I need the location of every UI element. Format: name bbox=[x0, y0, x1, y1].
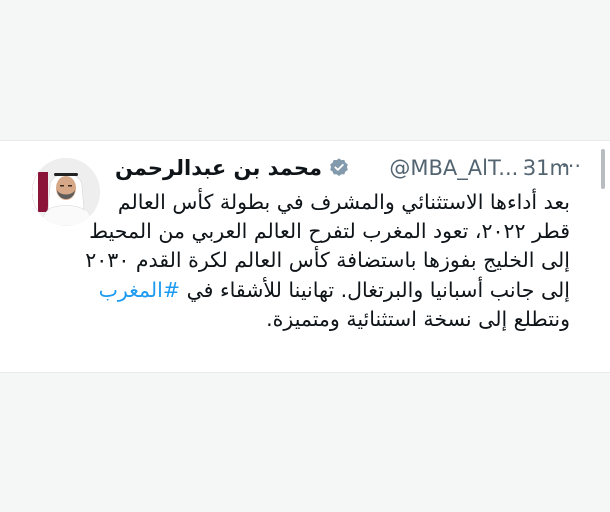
author-name-line: محمد بن عبدالرحمن bbox=[115, 153, 356, 183]
author-line: @MBA_AlT... · bbox=[389, 153, 533, 183]
separator-dot: · bbox=[522, 156, 529, 180]
verified-badge-icon bbox=[330, 158, 348, 176]
author-handle[interactable]: @MBA_AlT... bbox=[389, 156, 518, 180]
tweet-text-part-2: ونتطلع إلى نسخة استثنائية ومتميزة. bbox=[266, 306, 570, 331]
tweet-card[interactable]: 31m @MBA_AlT... · محمد بن عبدالرحمن ⋯ بع… bbox=[0, 140, 610, 373]
author-display-name[interactable]: محمد بن عبدالرحمن bbox=[115, 156, 322, 180]
more-horizontal-icon[interactable]: ⋯ bbox=[561, 155, 582, 175]
hashtag-link[interactable]: #المغرب bbox=[99, 278, 180, 302]
tweet-text: بعد أداءها الاستثنائي والمشرف في بطولة ك… bbox=[80, 188, 570, 334]
page: 31m @MBA_AlT... · محمد بن عبدالرحمن ⋯ بع… bbox=[0, 0, 610, 512]
scrollbar[interactable] bbox=[601, 149, 605, 189]
